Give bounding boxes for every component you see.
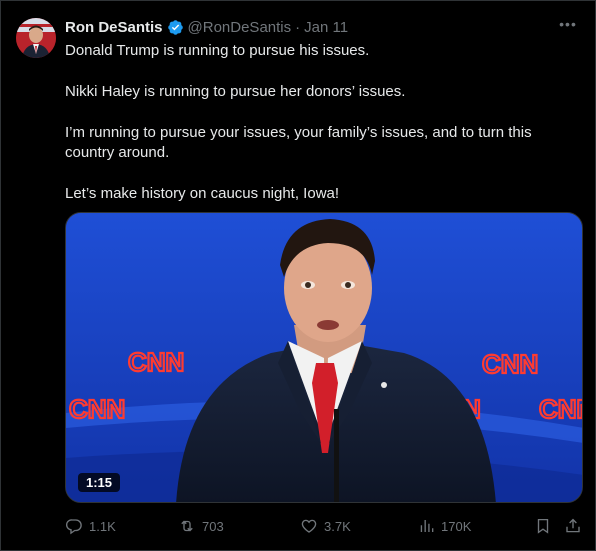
tweet-line: Let’s make history on caucus night, Iowa… (65, 185, 340, 202)
author-handle[interactable]: @RonDeSantis (188, 19, 292, 36)
tweet-header: Ron DeSantis @RonDeSantis · Jan 11 (65, 17, 581, 37)
tweet-date[interactable]: Jan 11 (304, 19, 348, 36)
tweet-line: Donald Trump is running to pursue his is… (65, 42, 370, 59)
like-count: 3.7K (324, 518, 351, 534)
reply-button[interactable]: 1.1K (65, 515, 116, 537)
reply-icon (65, 519, 82, 535)
avatar-image (16, 18, 56, 58)
views-count: 170K (441, 518, 472, 534)
reply-count: 1.1K (89, 518, 116, 534)
views-chart-icon (420, 520, 434, 532)
tweet-text: Donald Trump is running to pursue his is… (65, 41, 580, 204)
cnn-logo-4: CNN (539, 394, 583, 424)
verified-badge-icon (167, 19, 184, 36)
more-options-icon[interactable]: ••• (557, 17, 579, 35)
repost-icon (181, 520, 193, 532)
cnn-logo-1: CNN (128, 347, 184, 377)
cnn-logo-2: CNN (69, 394, 125, 424)
video-player[interactable]: CNN CNN CNN CNN N 1:15 (65, 212, 583, 503)
cnn-logo-3: CNN (482, 349, 538, 379)
bookmark-icon (537, 518, 549, 534)
tweet-line: Nikki Haley is running to pursue her don… (65, 83, 406, 100)
header-separator: · (295, 18, 301, 36)
share-button[interactable] (562, 515, 584, 537)
bookmark-button[interactable] (532, 515, 554, 537)
repost-button[interactable]: 703 (178, 515, 224, 537)
avatar[interactable] (16, 18, 56, 58)
author-name[interactable]: Ron DeSantis (65, 19, 163, 36)
like-button[interactable]: 3.7K (300, 515, 351, 537)
share-icon (566, 518, 580, 533)
views-button[interactable]: 170K (417, 515, 471, 537)
tweet-card: Ron DeSantis @RonDeSantis · Jan 11 ••• D… (0, 0, 596, 551)
video-duration: 1:15 (78, 473, 121, 492)
action-bar: 1.1K 703 3.7K 170K (65, 515, 585, 537)
tweet-line: I’m running to pursue your issues, your … (65, 124, 532, 161)
repost-count: 703 (202, 518, 224, 534)
heart-icon (301, 519, 317, 533)
video-frame: CNN CNN CNN CNN N (66, 213, 583, 502)
